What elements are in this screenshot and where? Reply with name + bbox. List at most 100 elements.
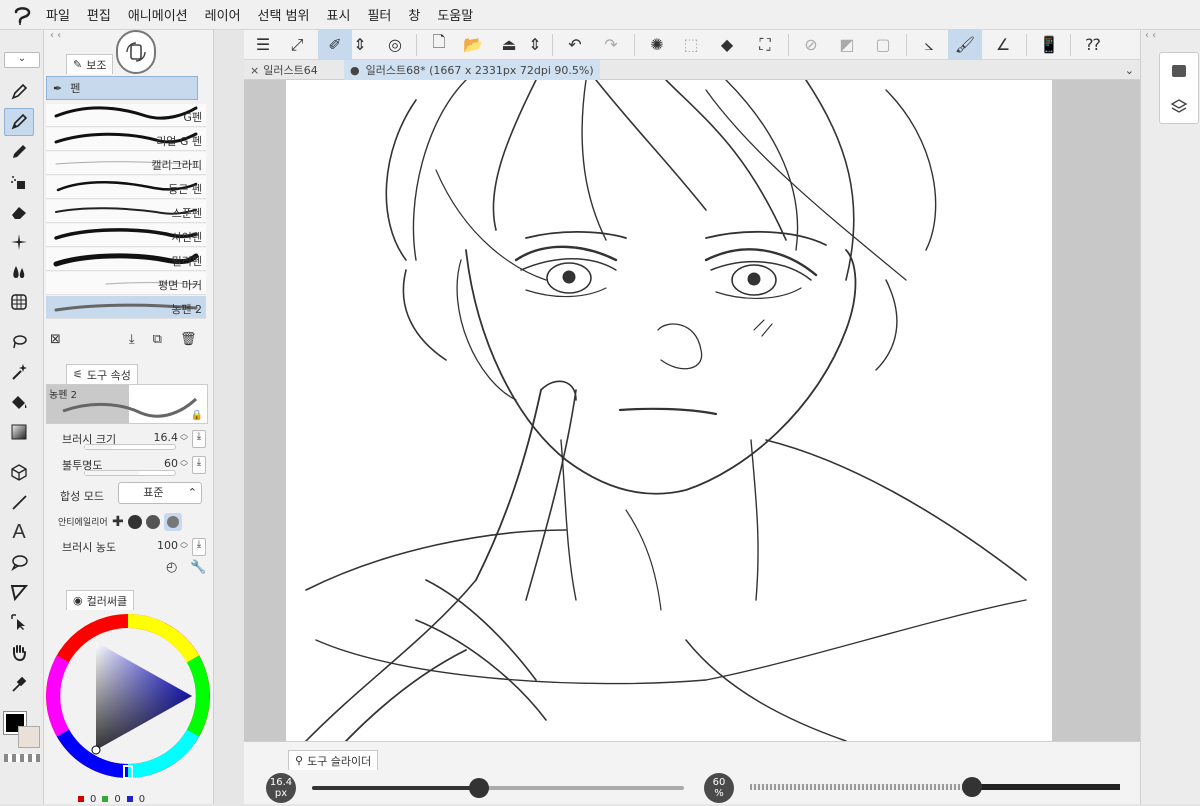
fullscreen-icon[interactable]: ⤢ <box>280 30 314 59</box>
hand-tool-icon[interactable] <box>4 638 34 666</box>
brush-shape-icon[interactable]: ◴ <box>166 560 177 575</box>
brush-item[interactable]: 둥근 펜 <box>46 176 206 199</box>
color-wheel-tab[interactable]: ◉ 컬러써클 <box>66 590 135 610</box>
text-tool-icon[interactable]: A <box>4 518 34 546</box>
opacity-slider[interactable] <box>84 470 176 476</box>
clip-studio-logo-icon[interactable] <box>0 0 46 30</box>
brush-item[interactable]: 캘리그라피 <box>46 152 206 175</box>
subtool-download-icon[interactable]: ⤓ <box>129 332 135 352</box>
airbrush-tool-icon[interactable] <box>4 168 34 196</box>
canvas-area[interactable] <box>244 80 1140 741</box>
menu-selection[interactable]: 선택 범위 <box>258 5 310 24</box>
clear-selection-icon[interactable]: ⬚ <box>674 30 708 59</box>
sparkle-decoration-tool-icon[interactable] <box>4 228 34 256</box>
save-dropdown-icon[interactable]: ⇕ <box>524 30 546 59</box>
gradient-fill-icon[interactable]: ◩ <box>830 30 864 59</box>
brush-size-stepper[interactable]: ︿ ﹀ <box>180 430 188 446</box>
antialias-none-icon[interactable]: ✚ <box>112 514 124 530</box>
color-wheel[interactable] <box>44 612 214 782</box>
brush-density-stepper[interactable]: ︿ ﹀ <box>180 538 188 554</box>
menu-animation[interactable]: 애니메이션 <box>128 5 188 24</box>
transparent-color-swatch[interactable] <box>4 754 40 762</box>
sub-color-swatch[interactable] <box>18 726 40 748</box>
quick-access-toggle-icon[interactable] <box>116 30 156 74</box>
magic-wand-icon[interactable] <box>4 358 34 386</box>
tab-illust68[interactable]: ● 일러스트68* (1667 x 2331px 72dpi 90.5%) <box>344 60 600 80</box>
tool-property-tab[interactable]: ⚟ 도구 속성 <box>66 364 138 384</box>
menu-edit[interactable]: 편집 <box>87 5 111 24</box>
brush-snap-icon[interactable]: 🖌 <box>948 30 982 59</box>
subtool-settings-icon[interactable]: ⊠ <box>50 332 61 352</box>
size-slider-knob[interactable] <box>469 778 490 798</box>
tab-illust64[interactable]: × 일러스트64 <box>244 60 324 80</box>
pen-tool-selected-icon[interactable] <box>4 108 34 136</box>
brush-item[interactable]: 리얼 G 펜 <box>46 128 206 151</box>
menu-filter[interactable]: 필터 <box>367 5 391 24</box>
brush-item[interactable]: 밀리펜 <box>46 248 206 271</box>
brush-density-value[interactable]: 100 <box>157 539 178 552</box>
new-document-icon[interactable]: 🗋 <box>422 30 456 59</box>
navigator-icon[interactable] <box>1160 53 1198 89</box>
brush-size-slider[interactable] <box>84 444 176 450</box>
eraser-tool-icon[interactable] <box>4 198 34 226</box>
smartphone-icon[interactable]: 📱 <box>1032 30 1066 59</box>
subtool-delete-icon[interactable]: 🗑 <box>180 332 197 352</box>
subtool-tab[interactable]: ✎ 보조 <box>66 54 114 74</box>
gradient-tool-icon[interactable] <box>4 418 34 446</box>
tab-list-chevron-icon[interactable]: ⌄ <box>1119 60 1140 80</box>
size-slider-track[interactable] <box>312 778 684 798</box>
transform-icon[interactable]: ⛶ <box>748 30 782 59</box>
lasso-selection-icon[interactable] <box>4 328 34 356</box>
lock-icon[interactable]: 🔒 <box>191 410 203 421</box>
brush-item[interactable]: 평면 마커 <box>46 272 206 295</box>
spiral-logo-icon[interactable]: ◎ <box>378 30 412 59</box>
brush-size-download-icon[interactable]: ⤓ <box>192 430 206 448</box>
subtool-group-pen[interactable]: ✒ 펜 <box>46 76 198 100</box>
grid-ruler-tool-icon[interactable] <box>4 288 34 316</box>
opacity-value[interactable]: 60 <box>164 457 178 470</box>
right-dock-collapse[interactable]: ‹ ‹ <box>1145 30 1195 44</box>
toolbox-menu-dropdown[interactable]: ⌄ <box>4 52 40 68</box>
layers-icon[interactable] <box>1160 89 1198 125</box>
crop-icon[interactable]: ⊘ <box>794 30 828 59</box>
pen-mode-icon[interactable]: ✐ <box>318 30 352 59</box>
3d-object-icon[interactable] <box>4 458 34 486</box>
brush-item[interactable]: 스푼펜 <box>46 200 206 223</box>
line-figure-icon[interactable] <box>4 488 34 516</box>
antialias-weak-icon[interactable] <box>127 515 142 529</box>
eyedropper-icon[interactable] <box>4 670 34 698</box>
frame-border-icon[interactable] <box>4 578 34 606</box>
special-ruler-icon[interactable]: ∠ <box>986 30 1020 59</box>
brush-density-download-icon[interactable]: ⤓ <box>192 538 206 556</box>
balloon-tool-icon[interactable] <box>4 548 34 576</box>
pen-tool-icon[interactable] <box>4 78 34 106</box>
help-icon[interactable]: ⁇ <box>1076 30 1110 59</box>
hamburger-menu-icon[interactable]: ☰ <box>246 30 280 59</box>
opacity-download-icon[interactable]: ⤓ <box>192 456 206 474</box>
open-folder-icon[interactable]: 📂 <box>456 30 490 59</box>
selection-border-icon[interactable]: ▢ <box>866 30 900 59</box>
opacity-slider-track[interactable] <box>750 777 1120 797</box>
tool-settings-wrench-icon[interactable]: 🔧 <box>190 560 206 575</box>
menu-file[interactable]: 파일 <box>46 5 70 24</box>
fill-icon[interactable]: ◆ <box>710 30 744 59</box>
save-icon[interactable]: ⏏ <box>492 30 526 59</box>
opacity-stepper[interactable]: ︿ ﹀ <box>180 456 188 472</box>
redo-icon[interactable]: ↷ <box>594 30 628 59</box>
subtool-duplicate-icon[interactable]: ⧉ <box>153 332 162 352</box>
brush-item[interactable]: 농펜 2 <box>46 296 206 319</box>
fill-bucket-icon[interactable] <box>4 388 34 416</box>
opacity-slider-knob[interactable] <box>962 777 982 797</box>
brush-item[interactable]: 사인펜 <box>46 224 206 247</box>
menu-view[interactable]: 표시 <box>327 5 351 24</box>
brush-size-value[interactable]: 16.4 <box>154 431 179 444</box>
ruler-snap-icon[interactable]: ⦣ <box>912 30 946 59</box>
brush-item[interactable]: G펜 <box>46 104 206 127</box>
tab-close-icon[interactable]: × <box>250 64 259 77</box>
undo-icon[interactable]: ↶ <box>558 30 592 59</box>
object-select-icon[interactable] <box>4 608 34 636</box>
drawing-paper[interactable] <box>286 80 1052 741</box>
blend-mode-select[interactable]: 표준 ⌃ <box>118 482 202 504</box>
menu-help[interactable]: 도움말 <box>437 5 473 24</box>
antialias-strong-icon[interactable] <box>163 513 182 531</box>
